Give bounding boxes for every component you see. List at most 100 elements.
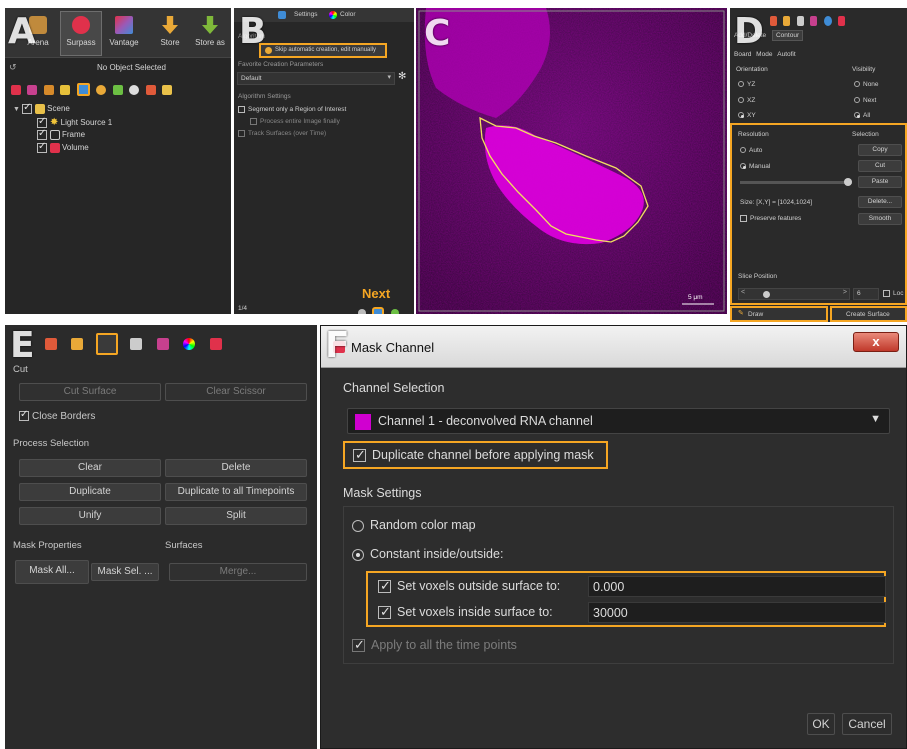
orientation-xz[interactable]: XZ	[738, 97, 755, 104]
outside-voxels-checkbox[interactable]: Set voxels outside surface to:	[378, 578, 560, 594]
inside-value-field[interactable]: 30000	[588, 602, 886, 623]
mode-mode[interactable]: Mode	[756, 51, 772, 58]
measurement-icon[interactable]	[112, 84, 123, 95]
random-color-map-radio[interactable]: Random color map	[352, 518, 476, 532]
close-button[interactable]: x	[853, 332, 899, 352]
channel-dropdown[interactable]: Channel 1 - deconvolved RNA channel ▼	[347, 408, 890, 434]
magic-wand-icon[interactable]: ✻	[398, 71, 406, 82]
surfaces-create-icon[interactable]	[76, 83, 90, 97]
pencil-icon[interactable]	[770, 15, 777, 26]
surfaces-object-icon[interactable]	[27, 84, 38, 95]
close-borders-checkbox[interactable]: Close Borders	[19, 409, 95, 422]
color-icon[interactable]	[183, 338, 196, 350]
visibility-all[interactable]: All	[854, 112, 870, 119]
inside-voxels-checkbox[interactable]: Set voxels inside surface to:	[378, 604, 553, 620]
group-folder-icon[interactable]	[162, 84, 173, 95]
apply-all-timepoints-checkbox[interactable]: Apply to all the time points	[352, 637, 517, 653]
tree-checkbox[interactable]	[37, 116, 47, 128]
lock-checkbox[interactable]: Loc	[883, 290, 903, 297]
tab-contour[interactable]: Contour	[771, 30, 804, 41]
mode-board[interactable]: Board	[734, 51, 751, 58]
visibility-next[interactable]: Next	[854, 97, 876, 104]
vantage-button[interactable]: Vantage	[105, 12, 143, 56]
smooth-button[interactable]: Smooth	[858, 213, 902, 225]
chevron-right-icon[interactable]: >	[843, 289, 847, 296]
tree-checkbox[interactable]	[37, 128, 47, 140]
unify-button[interactable]: Unify	[19, 507, 161, 525]
delete-button[interactable]: Delete	[165, 459, 307, 477]
slice-slider[interactable]: < >	[738, 288, 850, 300]
back-icon[interactable]	[358, 308, 366, 314]
store-as-button[interactable]: Store as	[191, 12, 229, 56]
pen-icon[interactable]	[783, 15, 791, 26]
clear-scissor-button[interactable]: Clear Scissor	[165, 383, 307, 401]
preserve-features[interactable]: Preserve features	[740, 215, 801, 222]
draw-button[interactable]: ✎ Draw	[730, 306, 828, 322]
option-track-surfaces[interactable]: Track Surfaces (over Time)	[238, 130, 326, 137]
next-button[interactable]	[372, 306, 385, 314]
resolution-auto[interactable]: Auto	[740, 147, 762, 154]
duplicate-all-timepoints-button[interactable]: Duplicate to all Timepoints	[165, 483, 307, 501]
surpass-button[interactable]: Surpass	[60, 11, 102, 56]
edit-tab-icon[interactable]	[95, 333, 118, 355]
split-button[interactable]: Split	[165, 507, 307, 525]
orientation-yz[interactable]: YZ	[738, 81, 755, 88]
settings-icon[interactable]	[209, 338, 222, 350]
cancel-button[interactable]: Cancel	[842, 713, 892, 735]
merge-button[interactable]: Merge...	[169, 563, 307, 581]
ok-button[interactable]: OK	[807, 713, 835, 735]
statistics-icon[interactable]	[810, 15, 818, 26]
cut-surface-button[interactable]: Cut Surface	[19, 383, 161, 401]
tree-checkbox[interactable]	[22, 102, 33, 114]
resolution-slider[interactable]	[740, 178, 852, 186]
option-process-entire[interactable]: Process entire Image finally	[250, 118, 340, 125]
mask-sel-button[interactable]: Mask Sel. ...	[91, 563, 159, 581]
slider-handle[interactable]	[844, 178, 852, 186]
constant-inside-outside-radio[interactable]: Constant inside/outside:	[352, 547, 503, 561]
statistics-icon[interactable]	[156, 338, 169, 350]
clear-button[interactable]: Clear	[19, 459, 161, 477]
tab-color[interactable]: Color	[340, 11, 356, 18]
favorite-parameters-dropdown[interactable]: Default ▾	[237, 72, 395, 85]
refresh-icon[interactable]: ↺	[9, 62, 17, 73]
color-icon[interactable]	[823, 15, 832, 26]
mask-all-button[interactable]: Mask All...	[15, 560, 89, 584]
clipping-plane-icon[interactable]	[145, 84, 156, 95]
orientation-xy[interactable]: XY	[738, 112, 756, 119]
paste-button[interactable]: Paste	[858, 176, 902, 188]
filter-icon[interactable]	[796, 15, 804, 26]
resolution-manual[interactable]: Manual	[740, 163, 770, 170]
create-surface-button[interactable]: Create Surface	[830, 306, 907, 322]
tree-item-frame[interactable]: Frame	[37, 128, 112, 143]
copy-button[interactable]: Copy	[858, 144, 902, 156]
settings-icon[interactable]	[838, 15, 846, 26]
tab-settings[interactable]: Settings	[294, 11, 318, 18]
option-segment-roi[interactable]: Segment only a Region of Interest	[238, 106, 346, 113]
outside-value-field[interactable]: 0.000	[588, 576, 886, 597]
spots-object-icon[interactable]	[96, 84, 107, 95]
cells-object-icon[interactable]	[43, 84, 54, 95]
skip-automatic-button[interactable]: Skip automatic creation, edit manually	[259, 43, 387, 58]
tree-item-scene[interactable]: ▼ Scene	[13, 102, 112, 117]
tree-checkbox[interactable]	[37, 141, 47, 153]
slice-value-field[interactable]: 6	[853, 288, 879, 300]
mode-autofit[interactable]: Autofit	[777, 51, 795, 58]
duplicate-button[interactable]: Duplicate	[19, 483, 161, 501]
pen-icon[interactable]	[71, 338, 84, 350]
filter-icon[interactable]	[130, 338, 143, 350]
duplicate-channel-checkbox[interactable]: Duplicate channel before applying mask	[343, 441, 608, 469]
volume-object-icon[interactable]	[11, 84, 21, 95]
filaments-object-icon[interactable]	[60, 84, 71, 95]
store-button[interactable]: Store	[152, 12, 188, 56]
cut-button[interactable]: Cut	[858, 160, 902, 172]
tree-item-volume[interactable]: Volume	[37, 141, 112, 156]
reference-frame-icon[interactable]	[129, 84, 140, 95]
pencil-icon[interactable]	[45, 338, 57, 350]
delete-button[interactable]: Delete...	[858, 196, 902, 208]
tree-item-light-source[interactable]: ✸ Light Source 1	[37, 116, 112, 130]
surfaces-tab-icon[interactable]	[278, 11, 286, 19]
run-icon[interactable]	[390, 308, 399, 314]
slice-handle[interactable]	[763, 291, 770, 298]
visibility-none[interactable]: None	[854, 81, 879, 88]
chevron-left-icon[interactable]: <	[741, 289, 745, 296]
